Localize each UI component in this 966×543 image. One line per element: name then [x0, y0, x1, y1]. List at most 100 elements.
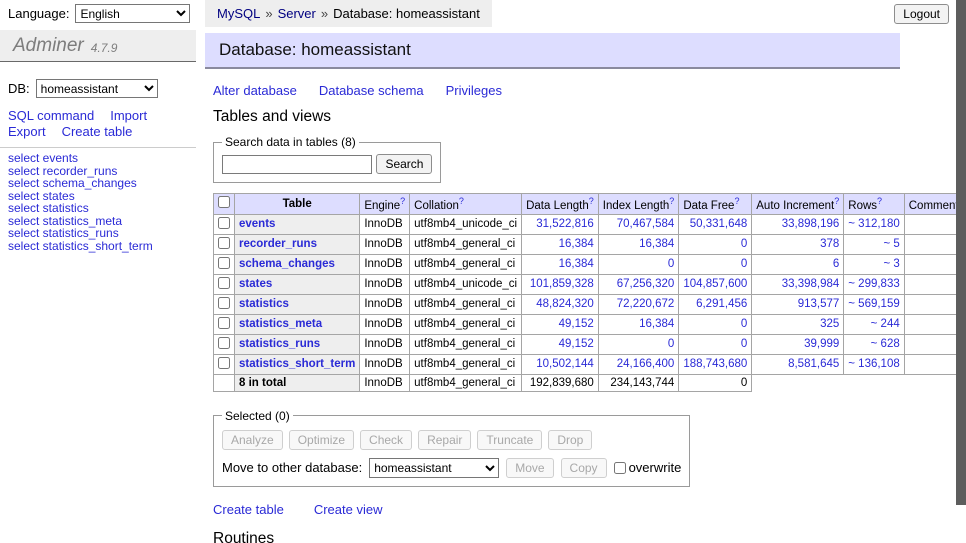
table-link-events[interactable]: events: [239, 218, 275, 230]
row-checkbox-statistics-runs[interactable]: [218, 337, 230, 349]
data-free-link[interactable]: 188,743,680: [683, 358, 747, 370]
index-length-link[interactable]: 24,166,400: [617, 358, 675, 370]
auto-increment-link[interactable]: 8,581,645: [788, 358, 839, 370]
row-checkbox-schema-changes[interactable]: [218, 257, 230, 269]
rows-link[interactable]: ~ 244: [871, 318, 900, 330]
breadcrumb-link-mysql[interactable]: MySQL: [217, 6, 260, 21]
help-link-auto-increment[interactable]: ?: [834, 196, 839, 206]
db-select[interactable]: homeassistant: [36, 79, 158, 98]
auto-increment-link[interactable]: 325: [820, 318, 839, 330]
data-free-link[interactable]: 0: [741, 238, 747, 250]
row-checkbox-recorder-runs[interactable]: [218, 237, 230, 249]
data-length-cell: 49,152: [522, 314, 599, 334]
sidebar-select-statistics[interactable]: select statistics: [8, 202, 196, 215]
sidebar-action-sql-command[interactable]: SQL command: [8, 108, 94, 123]
data-free-link[interactable]: 6,291,456: [696, 298, 747, 310]
row-checkbox-states[interactable]: [218, 277, 230, 289]
rows-link[interactable]: ~ 3: [883, 258, 899, 270]
table-link-statistics-meta[interactable]: statistics_meta: [239, 318, 322, 330]
rows-link[interactable]: ~ 299,833: [848, 278, 899, 290]
link-create-table[interactable]: Create table: [213, 502, 284, 517]
link-alter-database[interactable]: Alter database: [213, 83, 297, 98]
logout-button[interactable]: Logout: [894, 4, 949, 24]
column-label: Rows: [848, 200, 877, 212]
overwrite-checkbox[interactable]: [614, 462, 626, 474]
index-length-link[interactable]: 72,220,672: [617, 298, 675, 310]
collation-cell: utf8mb4_general_ci: [410, 334, 522, 354]
link-create-view[interactable]: Create view: [314, 502, 383, 517]
link-database-schema[interactable]: Database schema: [319, 83, 424, 98]
data-length-link[interactable]: 31,522,816: [536, 218, 594, 230]
data-free-link[interactable]: 0: [741, 318, 747, 330]
index-length-link[interactable]: 0: [668, 258, 674, 270]
sidebar-select-events[interactable]: select events: [8, 152, 196, 165]
data-length-link[interactable]: 48,824,320: [536, 298, 594, 310]
auto-increment-link[interactable]: 378: [820, 238, 839, 250]
help-link-collation[interactable]: ?: [459, 196, 464, 206]
vertical-scrollbar[interactable]: [956, 0, 966, 543]
breadcrumb-link-server[interactable]: Server: [278, 6, 316, 21]
data-free-link[interactable]: 0: [741, 338, 747, 350]
table-link-schema-changes[interactable]: schema_changes: [239, 258, 335, 270]
select-all-checkbox[interactable]: [218, 196, 230, 208]
data-length-link[interactable]: 10,502,144: [536, 358, 594, 370]
index-length-link[interactable]: 16,384: [639, 238, 674, 250]
rows-link[interactable]: ~ 569,159: [848, 298, 899, 310]
sidebar-action-export[interactable]: Export: [8, 124, 46, 139]
rows-link[interactable]: ~ 5: [883, 238, 899, 250]
row-checkbox-statistics[interactable]: [218, 297, 230, 309]
sidebar-action-create-table[interactable]: Create table: [62, 124, 133, 139]
table-link-statistics-runs[interactable]: statistics_runs: [239, 338, 320, 350]
data-length-link[interactable]: 16,384: [559, 258, 594, 270]
auto-increment-link[interactable]: 39,999: [804, 338, 839, 350]
rows-link[interactable]: ~ 136,108: [848, 358, 899, 370]
help-link-index-length[interactable]: ?: [669, 196, 674, 206]
data-length-link[interactable]: 49,152: [559, 318, 594, 330]
auto-increment-link[interactable]: 913,577: [798, 298, 840, 310]
index-length-cell: 0: [598, 254, 679, 274]
language-label: Language:: [8, 6, 69, 21]
rows-cell: ~ 312,180: [844, 214, 904, 234]
column-header-collation: Collation?: [410, 194, 522, 215]
auto-increment-link[interactable]: 33,898,196: [782, 218, 840, 230]
sidebar-select-schema-changes[interactable]: select schema_changes: [8, 177, 196, 190]
search-button[interactable]: Search: [376, 154, 432, 174]
index-length-link[interactable]: 70,467,584: [617, 218, 675, 230]
index-length-link[interactable]: 0: [668, 338, 674, 350]
table-link-states[interactable]: states: [239, 278, 272, 290]
help-link-engine[interactable]: ?: [400, 196, 405, 206]
rows-link[interactable]: ~ 628: [871, 338, 900, 350]
language-select[interactable]: English: [75, 4, 190, 23]
sidebar-select-statistics-runs[interactable]: select statistics_runs: [8, 227, 196, 240]
column-label: Comment: [909, 200, 959, 212]
scrollbar-thumb[interactable]: [956, 0, 966, 505]
column-header-engine: Engine?: [360, 194, 410, 215]
index-length-link[interactable]: 67,256,320: [617, 278, 675, 290]
sidebar-select-statistics-short-term[interactable]: select statistics_short_term: [8, 240, 196, 253]
row-checkbox-statistics-short-term[interactable]: [218, 357, 230, 369]
table-link-statistics-short-term[interactable]: statistics_short_term: [239, 358, 355, 370]
auto-increment-link[interactable]: 6: [833, 258, 839, 270]
search-input[interactable]: [222, 155, 372, 174]
index-length-link[interactable]: 16,384: [639, 318, 674, 330]
data-length-link[interactable]: 49,152: [559, 338, 594, 350]
row-checkbox-statistics-meta[interactable]: [218, 317, 230, 329]
data-length-cell: 10,502,144: [522, 354, 599, 374]
help-link-data-length[interactable]: ?: [589, 196, 594, 206]
data-free-link[interactable]: 104,857,600: [683, 278, 747, 290]
data-free-link[interactable]: 50,331,648: [690, 218, 748, 230]
table-link-recorder-runs[interactable]: recorder_runs: [239, 238, 317, 250]
auto-increment-link[interactable]: 33,398,984: [782, 278, 840, 290]
data-free-link[interactable]: 0: [741, 258, 747, 270]
help-link-data-free[interactable]: ?: [734, 196, 739, 206]
sidebar-action-import[interactable]: Import: [110, 108, 147, 123]
rows-link[interactable]: ~ 312,180: [848, 218, 899, 230]
row-checkbox-events[interactable]: [218, 217, 230, 229]
data-length-link[interactable]: 16,384: [559, 238, 594, 250]
data-length-link[interactable]: 101,859,328: [530, 278, 594, 290]
data-free-cell: 6,291,456: [679, 294, 752, 314]
link-privileges[interactable]: Privileges: [446, 83, 502, 98]
move-db-select[interactable]: homeassistant: [369, 458, 499, 478]
help-link-rows[interactable]: ?: [877, 196, 882, 206]
table-link-statistics[interactable]: statistics: [239, 298, 289, 310]
